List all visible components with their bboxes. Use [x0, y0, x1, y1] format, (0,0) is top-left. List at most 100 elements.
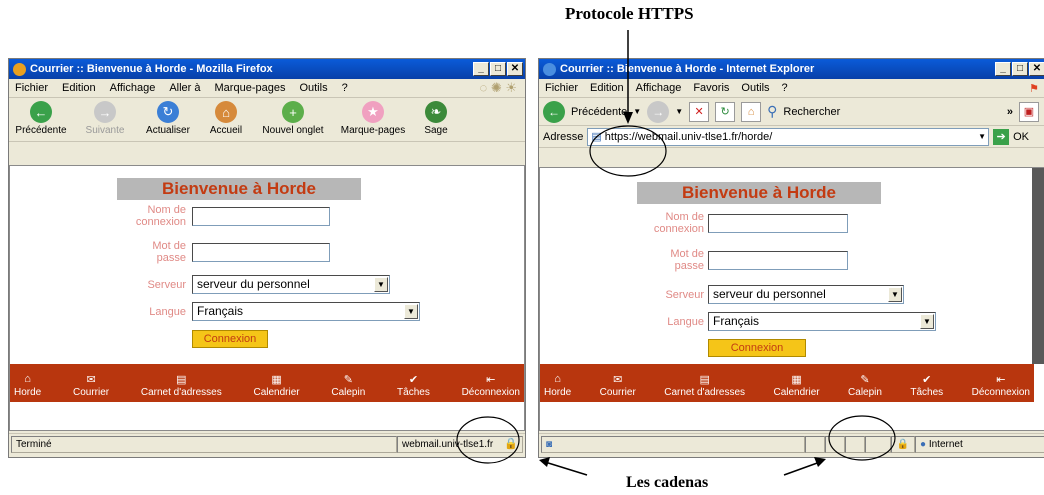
login-label-line2: connexion: [653, 223, 704, 235]
menu-affichage[interactable]: Affichage: [110, 82, 156, 94]
chevron-down-icon[interactable]: ▼: [374, 277, 388, 292]
nav-courrier[interactable]: ✉ Courrier: [73, 373, 109, 398]
maximize-button[interactable]: □: [490, 62, 506, 76]
back-label[interactable]: Précédente: [571, 106, 627, 118]
nav-notepad[interactable]: ✎ Calepin: [331, 373, 365, 398]
status-segment: [805, 436, 825, 453]
menu-marque-pages[interactable]: Marque-pages: [215, 82, 286, 94]
search-label[interactable]: Rechercher: [783, 106, 840, 118]
back-label: Précédente: [15, 125, 67, 136]
password-input[interactable]: [192, 243, 330, 262]
language-select-value: Français: [197, 304, 244, 318]
forward-arrow-icon: →: [94, 101, 116, 123]
reload-button[interactable]: ↻ Actualiser: [137, 101, 199, 136]
forward-label: Suivante: [85, 125, 125, 136]
padlock-arrow-left: [544, 461, 588, 476]
password-input[interactable]: [708, 251, 848, 270]
nav-calendar-label: Calendrier: [253, 387, 300, 398]
nav-notepad[interactable]: ✎ Calepin: [848, 373, 882, 398]
address-book-icon: ▤: [176, 374, 187, 386]
padlock-icon[interactable]: 🔒: [504, 437, 518, 452]
menu-outils[interactable]: Outils: [299, 82, 327, 94]
search-icon[interactable]: ⚲: [767, 103, 777, 120]
back-button[interactable]: ← Précédente: [9, 101, 73, 136]
menu-fichier[interactable]: Fichier: [15, 82, 48, 94]
sage-button[interactable]: ❧ Sage: [413, 101, 459, 136]
nav-tasks[interactable]: ✔ Tâches: [397, 373, 430, 398]
menu-edition[interactable]: Edition: [62, 82, 96, 94]
forward-arrow-icon[interactable]: →: [647, 100, 670, 123]
minimize-button[interactable]: _: [473, 62, 489, 76]
language-select[interactable]: Français ▼: [192, 302, 420, 321]
chevron-down-icon[interactable]: ▼: [675, 107, 683, 116]
chevron-down-icon[interactable]: ▼: [920, 314, 934, 329]
login-input[interactable]: [708, 214, 848, 233]
back-arrow-icon[interactable]: ←: [543, 100, 565, 123]
status-segment: [845, 436, 865, 453]
home-button[interactable]: ⌂ Accueil: [199, 101, 253, 136]
nav-courrier[interactable]: ✉ Courrier: [600, 373, 636, 398]
menu-affichage[interactable]: Affichage: [636, 82, 682, 94]
connect-button[interactable]: Connexion: [192, 330, 268, 348]
nav-horde[interactable]: ⌂ Horde: [14, 373, 41, 398]
nav-logout[interactable]: ⇤ Déconnexion: [462, 373, 520, 398]
nav-notepad-label: Calepin: [331, 387, 366, 398]
horde-navbar: ⌂ Horde ✉ Courrier ▤ Carnet d'adresses ▦ Cal…: [540, 364, 1034, 402]
new-tab-button[interactable]: + Nouvel onglet: [253, 101, 333, 136]
home-label: Accueil: [209, 125, 243, 136]
server-select[interactable]: serveur du personnel ▼: [192, 275, 390, 294]
maximize-button[interactable]: □: [1012, 62, 1028, 76]
connect-button[interactable]: Connexion: [708, 339, 806, 357]
close-button[interactable]: ✕: [507, 62, 523, 76]
refresh-icon[interactable]: ↻: [715, 101, 736, 122]
logout-icon: ⇤: [996, 374, 1006, 386]
menu-help[interactable]: ?: [782, 82, 788, 94]
chevron-down-icon[interactable]: ▼: [978, 132, 986, 141]
more-chevron-icon[interactable]: »: [1007, 106, 1013, 118]
forward-button[interactable]: → Suivante: [73, 101, 137, 136]
nav-calendar[interactable]: ▦ Calendrier: [253, 373, 299, 398]
language-select[interactable]: Français ▼: [708, 312, 936, 331]
go-arrow-icon[interactable]: ➔: [993, 128, 1010, 145]
minimize-button[interactable]: _: [995, 62, 1011, 76]
padlock-icon[interactable]: 🔒: [891, 436, 915, 453]
menu-favoris[interactable]: Favoris: [693, 82, 729, 94]
server-select[interactable]: serveur du personnel ▼: [708, 285, 904, 304]
menu-aller-a[interactable]: Aller à: [169, 82, 200, 94]
nav-tasks[interactable]: ✔ Tâches: [910, 373, 943, 398]
logout-icon: ⇤: [486, 374, 496, 386]
padlock-arrow-left-head: [539, 457, 550, 467]
back-arrow-icon: ←: [30, 101, 52, 123]
print-icon[interactable]: ▣: [1019, 101, 1039, 122]
firefox-titlebar[interactable]: Courrier :: Bienvenue à Horde - Mozilla …: [9, 59, 525, 79]
login-input[interactable]: [192, 207, 330, 226]
nav-address-book[interactable]: ▤ Carnet d'adresses: [141, 373, 222, 398]
nav-notepad-label: Calepin: [848, 387, 882, 398]
throbber-icon: ◌ ✺ ☀: [479, 80, 518, 95]
bookmarks-button[interactable]: ★ Marque-pages: [333, 101, 413, 136]
nav-logout[interactable]: ⇤ Déconnexion: [972, 373, 1030, 398]
chevron-down-icon[interactable]: ▼: [633, 107, 641, 116]
nav-courrier-label: Courrier: [599, 387, 636, 398]
nav-address-book[interactable]: ▤ Carnet d'adresses: [664, 373, 745, 398]
close-button[interactable]: ✕: [1029, 62, 1044, 76]
stop-icon[interactable]: ✕: [689, 101, 710, 122]
home-icon[interactable]: ⌂: [741, 101, 762, 122]
address-input[interactable]: ▤ https://webmail.univ-tlse1.fr/horde/ ▼: [587, 127, 990, 146]
nav-calendar[interactable]: ▦ Calendrier: [773, 373, 819, 398]
chevron-down-icon[interactable]: ▼: [888, 287, 902, 302]
menu-edition[interactable]: Edition: [590, 82, 624, 94]
firefox-logo-icon: [13, 62, 26, 76]
nav-horde[interactable]: ⌂ Horde: [544, 373, 571, 398]
notepad-icon: ✎: [343, 374, 353, 386]
menu-help[interactable]: ?: [342, 82, 348, 94]
ie-titlebar[interactable]: Courrier :: Bienvenue à Horde - Internet…: [539, 59, 1044, 79]
menu-outils[interactable]: Outils: [741, 82, 769, 94]
menu-fichier[interactable]: Fichier: [545, 82, 578, 94]
vertical-scrollbar[interactable]: [1032, 168, 1044, 364]
server-label: Serveur: [147, 279, 186, 291]
new-tab-icon: +: [282, 101, 304, 123]
go-label[interactable]: OK: [1013, 131, 1029, 143]
status-segment: [865, 436, 891, 453]
chevron-down-icon[interactable]: ▼: [404, 304, 418, 319]
